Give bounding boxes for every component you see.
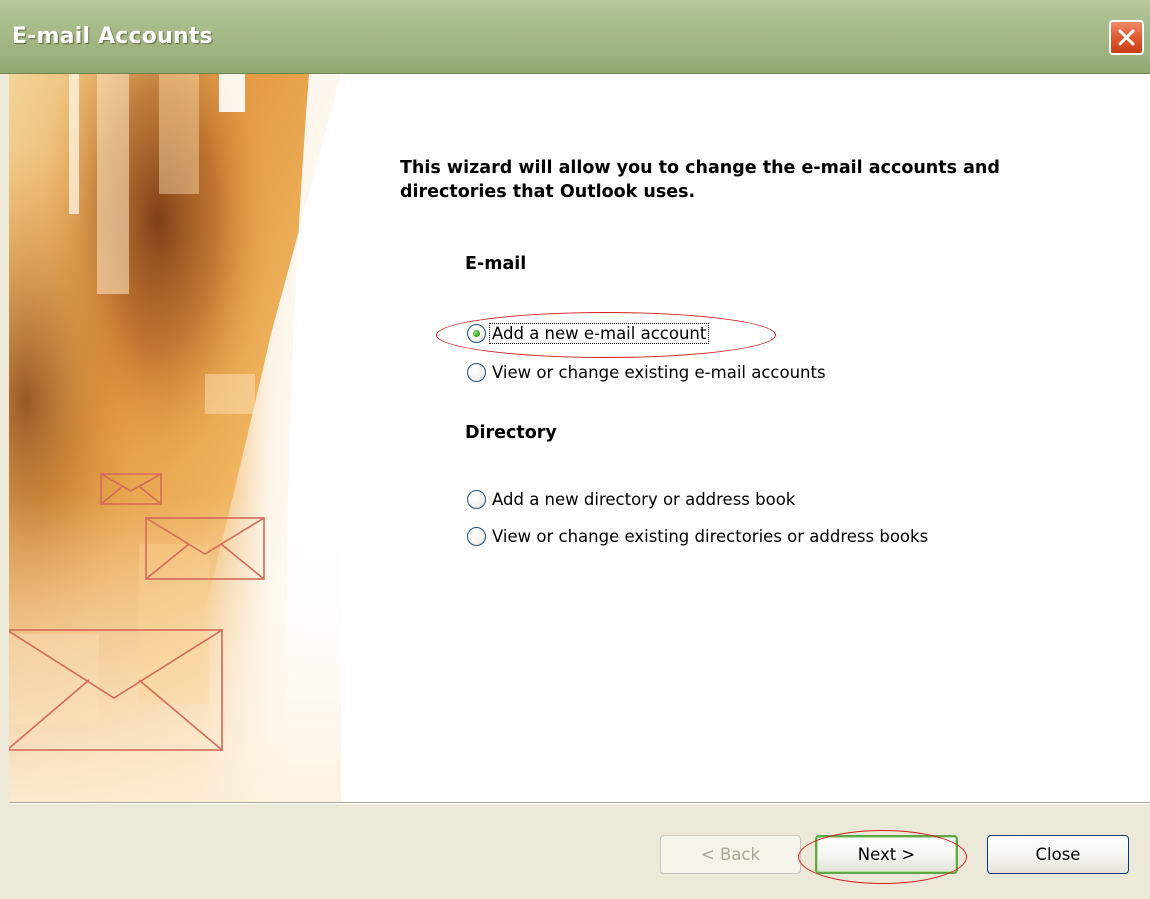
radio-label-add-directory: Add a new directory or address book (492, 489, 796, 509)
next-button[interactable]: Next > (815, 835, 958, 874)
radio-button[interactable] (467, 489, 486, 509)
radio-button[interactable] (467, 362, 486, 382)
close-icon (1118, 29, 1135, 46)
radio-button[interactable] (467, 526, 486, 546)
email-section-heading: E-mail (465, 254, 527, 274)
radio-view-directories[interactable]: View or change existing directories or a… (467, 523, 930, 549)
close-button[interactable]: Close (987, 835, 1129, 874)
window-close-button[interactable] (1109, 20, 1144, 55)
radio-button-checked[interactable] (467, 323, 486, 343)
decorative-artwork (9, 74, 341, 802)
radio-add-email-account[interactable]: Add a new e-mail account (467, 320, 710, 346)
email-accounts-dialog: E-mail Accounts This wizard will allow y… (0, 0, 1150, 899)
directory-section-heading: Directory (465, 423, 557, 443)
back-button[interactable]: < Back (660, 835, 801, 874)
radio-label-view-email-accounts: View or change existing e-mail accounts (492, 362, 826, 382)
radio-add-directory[interactable]: Add a new directory or address book (467, 486, 797, 512)
radio-label-add-email-account: Add a new e-mail account (488, 322, 710, 344)
wizard-footer: < Back Next > Close (9, 804, 1150, 899)
window-title: E-mail Accounts (12, 24, 213, 49)
wizard-intro-text: This wizard will allow you to change the… (400, 158, 1000, 202)
radio-view-email-accounts[interactable]: View or change existing e-mail accounts (467, 359, 828, 385)
title-bar[interactable]: E-mail Accounts (0, 0, 1150, 74)
wizard-content-panel: This wizard will allow you to change the… (341, 74, 1150, 802)
radio-label-view-directories: View or change existing directories or a… (492, 526, 929, 546)
wizard-sidebar-artwork (9, 74, 341, 802)
